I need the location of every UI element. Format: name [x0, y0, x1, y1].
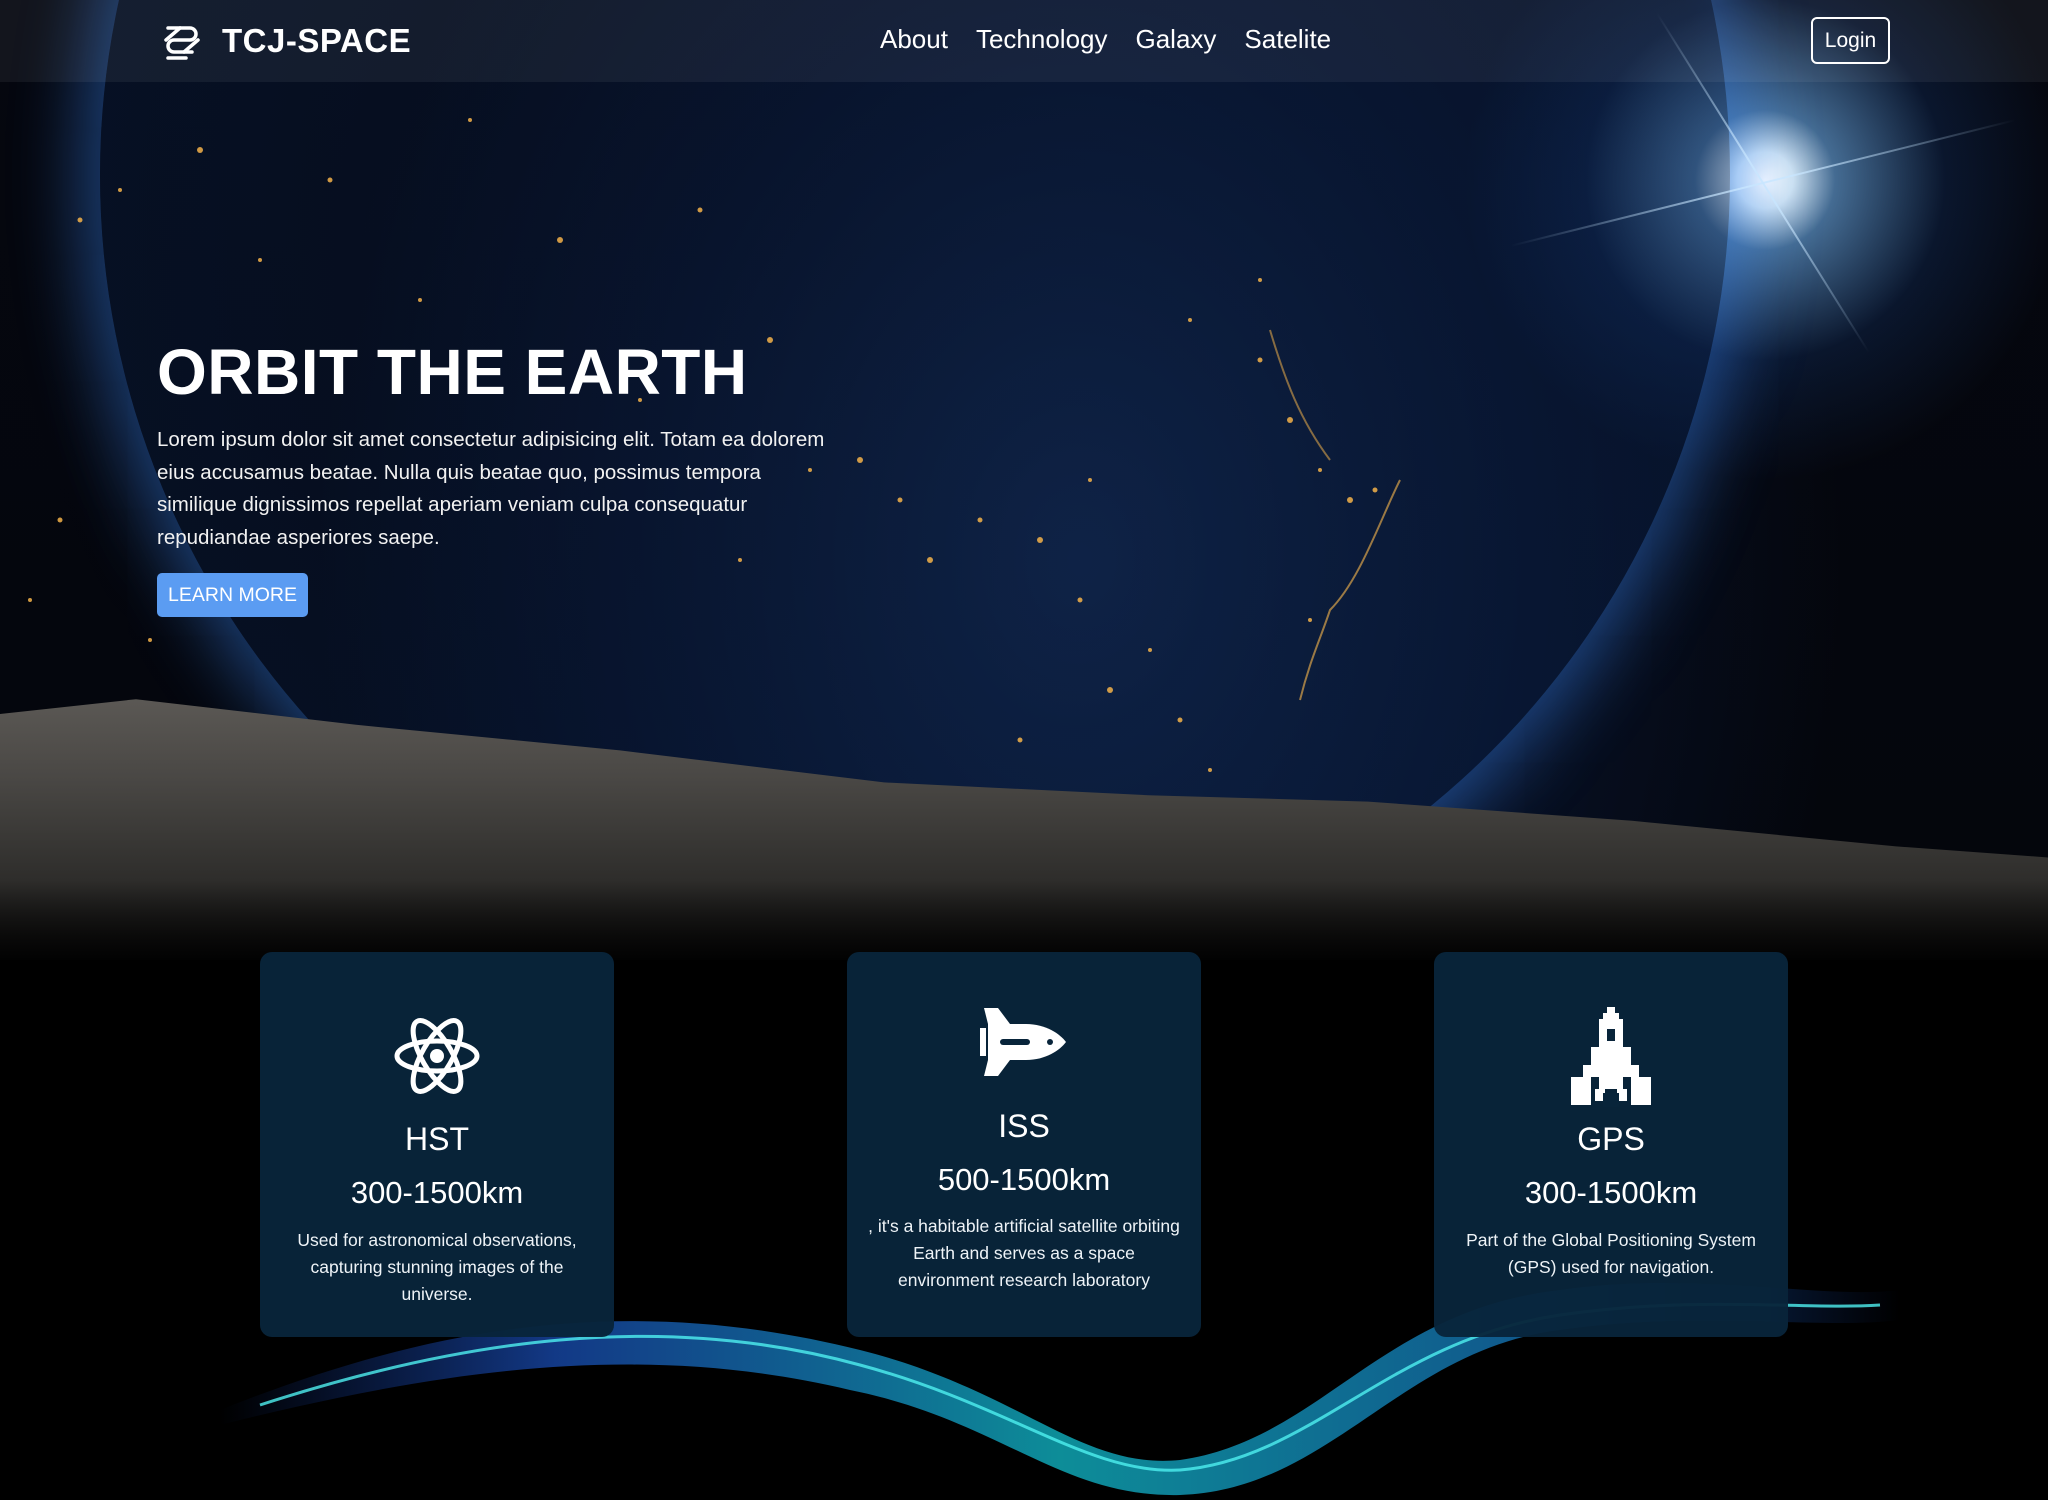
learn-more-button[interactable]: LEARN MORE	[157, 573, 308, 617]
hero-title: ORBIT THE EARTH	[157, 336, 748, 408]
card-title: GPS	[1577, 1121, 1645, 1157]
nav-link-satelite[interactable]: Satelite	[1244, 24, 1331, 55]
card-title: HST	[405, 1121, 469, 1157]
space-shuttle-icon	[980, 1008, 1066, 1076]
satellite-card-gps[interactable]: GPS 300-1500km Part of the Global Positi…	[1434, 952, 1788, 1337]
card-altitude-range: 300-1500km	[350, 1175, 524, 1210]
rocket-icon	[1571, 1007, 1651, 1107]
card-description: Used for astronomical observations, capt…	[297, 1230, 577, 1304]
card-description: Part of the Global Positioning System (G…	[1466, 1230, 1756, 1277]
satellite-card-iss[interactable]: ISS 500-1500km , it's a habitable artifi…	[847, 952, 1201, 1337]
satellite-card-hst[interactable]: HST 300-1500km Used for astronomical obs…	[260, 952, 614, 1337]
navbar: TCJ-SPACE About Technology Galaxy Sateli…	[0, 0, 2048, 82]
card-altitude-range: 300-1500km	[1524, 1175, 1698, 1210]
hero-description: Lorem ipsum dolor sit amet consectetur a…	[157, 428, 825, 549]
card-description: , it's a habitable artificial satellite …	[868, 1216, 1180, 1290]
atom-icon	[394, 1018, 480, 1094]
nav-link-about[interactable]: About	[880, 24, 948, 55]
card-altitude-range: 500-1500km	[937, 1162, 1111, 1197]
nav-menu: About Technology Galaxy Satelite	[880, 24, 1331, 55]
brand-link[interactable]: TCJ-SPACE	[160, 18, 411, 64]
login-button[interactable]: Login	[1811, 17, 1890, 64]
card-title: ISS	[998, 1108, 1050, 1144]
moon-fade	[0, 880, 2048, 960]
stacked-wave-logo-icon	[164, 26, 200, 60]
brand-name: TCJ-SPACE	[222, 22, 412, 59]
sun-flare	[1763, 182, 1765, 184]
nav-link-technology[interactable]: Technology	[976, 24, 1108, 55]
nav-link-galaxy[interactable]: Galaxy	[1136, 24, 1217, 55]
